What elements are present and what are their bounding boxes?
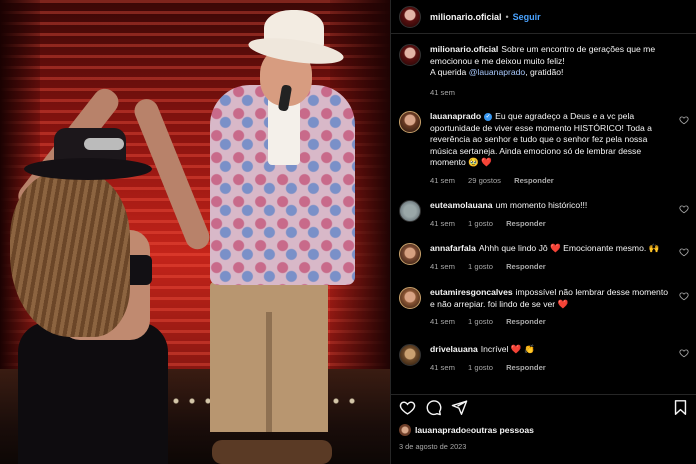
comment-avatar[interactable] (399, 344, 421, 366)
caption: milionario.oficial Sobre um encontro de g… (391, 44, 696, 98)
comment-time: 41 sem (430, 362, 455, 372)
woman-hat-band (84, 138, 124, 150)
comment-avatar[interactable] (399, 287, 421, 309)
reply-button[interactable]: Responder (514, 176, 554, 185)
reply-button[interactable]: Responder (506, 317, 546, 326)
header-separator: • (505, 11, 509, 22)
comment-time: 41 sem (430, 261, 455, 271)
comment-time: 41 sem (430, 317, 455, 326)
post-photo[interactable] (0, 0, 390, 464)
singer-pants (210, 282, 328, 432)
heart-icon[interactable] (399, 399, 416, 416)
comment-username[interactable]: annafarfala (430, 243, 476, 253)
post-date: 3 de agosto de 2023 (399, 442, 467, 451)
comment: eutamiresgoncalves impossível não lembrar… (391, 287, 696, 328)
comment-likes[interactable]: 1 gosto (468, 363, 493, 372)
author-avatar[interactable] (399, 5, 421, 28)
reply-button[interactable]: Responder (506, 219, 546, 228)
comment-likes[interactable]: 1 gosto (468, 262, 493, 271)
singer-shoes (212, 440, 332, 464)
liker-username[interactable]: lauanaprado (415, 425, 466, 435)
comment-like-icon[interactable] (679, 291, 689, 301)
comment-username[interactable]: euteamolauana (430, 200, 493, 210)
verified-badge-icon: ✓ (484, 113, 493, 121)
caption-username[interactable]: milionario.oficial (430, 44, 498, 54)
liker-avatar (399, 424, 411, 436)
comment-avatar[interactable] (399, 243, 421, 265)
caption-line2-suffix: , gratidão! (525, 67, 564, 77)
caption-line2-prefix: A querida (430, 67, 469, 77)
comment-avatar[interactable] (399, 200, 421, 222)
comment-likes[interactable]: 1 gosto (468, 317, 493, 326)
likes-others[interactable]: outras pessoas (471, 425, 534, 435)
comment-likes[interactable]: 29 gostos (468, 176, 501, 185)
follow-button[interactable]: Seguir (513, 12, 541, 22)
comment-text: um momento histórico!!! (495, 200, 588, 210)
post-side-panel: milionario.oficial • Seguir milionario.o… (390, 0, 696, 464)
comments-list[interactable]: milionario.oficial Sobre um encontro de g… (391, 40, 696, 386)
bookmark-icon[interactable] (672, 399, 689, 416)
comment-text: Ahhh que lindo Jô ❤️ Emocionante mesmo. … (478, 243, 660, 253)
reply-button[interactable]: Responder (506, 363, 546, 372)
comment-time: 41 sem (430, 175, 455, 185)
post-actions-bar (391, 394, 696, 420)
likes-summary[interactable]: lauanaprado e outras pessoas (399, 424, 534, 436)
comment-like-icon[interactable] (679, 247, 689, 257)
comment-text: Incrível ❤️ 👏 (480, 344, 535, 354)
comment-likes[interactable]: 1 gosto (468, 219, 493, 228)
comment: annafarfala Ahhh que lindo Jô ❤️ Emociona… (391, 243, 696, 272)
woman-hair (10, 172, 130, 337)
reply-button[interactable]: Responder (506, 262, 546, 271)
comment-avatar[interactable] (399, 111, 421, 133)
woman-hat-brim (24, 158, 152, 180)
comment-time: 41 sem (430, 218, 455, 228)
share-icon[interactable] (451, 399, 468, 416)
post-header: milionario.oficial • Seguir (391, 0, 696, 34)
comment-like-icon[interactable] (679, 204, 689, 214)
caption-mention[interactable]: @lauanaprado (469, 67, 526, 77)
author-username[interactable]: milionario.oficial (430, 12, 502, 22)
comment: euteamolauana um momento histórico!!! 41 … (391, 200, 696, 229)
comment-like-icon[interactable] (679, 348, 689, 358)
comment: lauanaprado ✓ Eu que agradeço a Deus e a v… (391, 111, 696, 186)
caption-avatar[interactable] (399, 44, 421, 66)
comment-like-icon[interactable] (679, 115, 689, 125)
woman-skirt (18, 322, 168, 464)
caption-time: 41 sem (430, 87, 455, 97)
comment-username[interactable]: eutamiresgoncalves (430, 287, 513, 297)
comment-icon[interactable] (425, 399, 442, 416)
comment-username[interactable]: lauanaprado (430, 111, 481, 121)
comment: drivelauana Incrível ❤️ 👏 41 sem 1 gosto … (391, 344, 696, 373)
comment-username[interactable]: drivelauana (430, 344, 478, 354)
